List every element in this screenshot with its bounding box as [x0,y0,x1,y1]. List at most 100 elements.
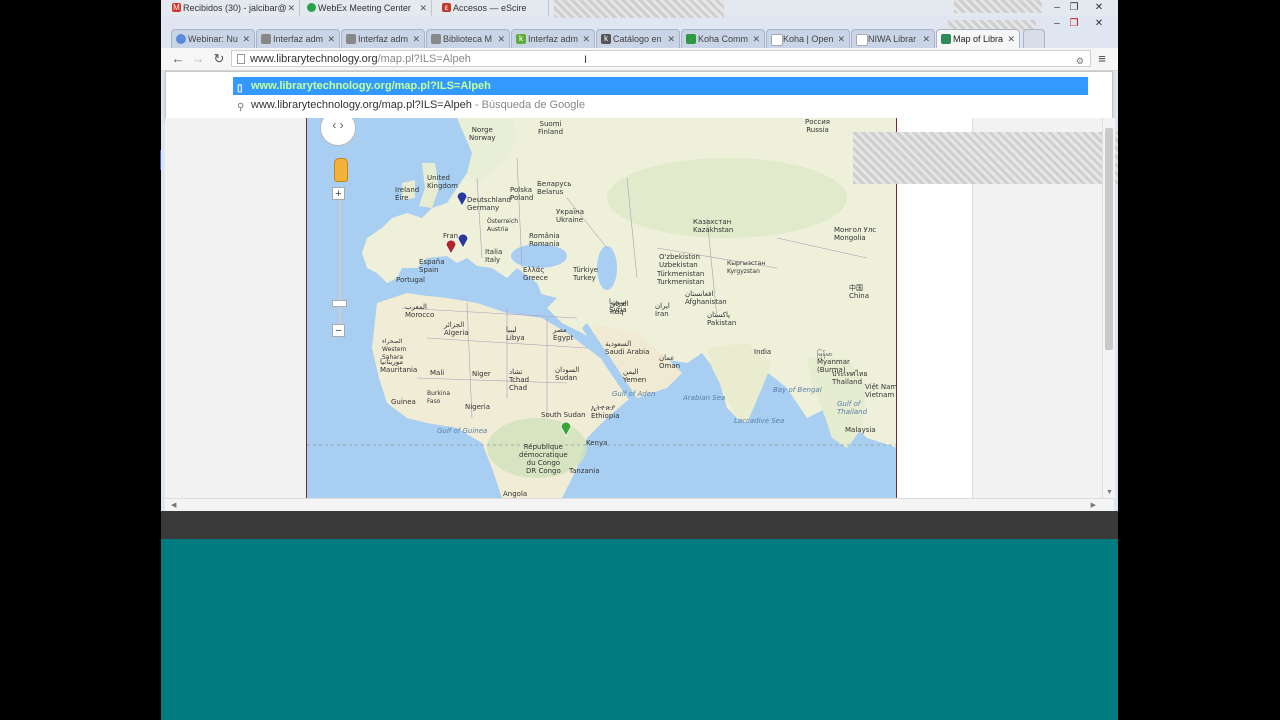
address-bar[interactable]: www.librarytechnology.org/map.pl?ILS=Alp… [231,50,1091,67]
scroll-left-icon[interactable]: ◀ [171,501,176,509]
close-icon[interactable]: ✕ [922,30,930,48]
close-window-icon[interactable]: ✕ [1090,0,1108,16]
close-icon[interactable]: ✕ [837,30,845,48]
page-icon [237,54,245,64]
tab-interfaz-3[interactable]: k Interfaz adm ✕ [511,29,595,48]
translate-icon[interactable]: ⚙ [1076,53,1084,70]
close-icon[interactable]: ✕ [752,30,760,48]
tab-label: Interfaz adm [528,34,579,44]
window-tab-escire[interactable]: ε Accesos — eScire [439,0,549,16]
suggestion-hint: - Búsqueda de Google [471,99,585,111]
page-icon [346,34,356,44]
map-label: مصر Egypt [553,326,574,342]
tab-strip: Webinar: Nu ✕ Interfaz adm ✕ Interfaz adm ✕… [161,28,1118,48]
url-host: www.librarytechnology.org [250,53,378,65]
tab-map-of-libraries[interactable]: Map of Libra ✕ [936,29,1020,48]
map-label: Portugal [396,276,425,284]
scroll-down-icon[interactable]: ▼ [1106,489,1113,496]
page-icon [771,34,783,46]
minimize-icon[interactable]: – [1048,0,1066,16]
map-label: Казахстан Kazakhstan [693,218,734,234]
reload-icon[interactable]: ↻ [210,50,228,68]
tab-koha-open[interactable]: Koha | Open ✕ [766,29,850,48]
map-label: Ireland Éire [395,186,420,202]
window-tab-webex[interactable]: WebEx Meeting Center ✕ [304,0,432,16]
koha-icon [686,34,696,44]
scrollbar-thumb[interactable] [1105,128,1113,350]
tab-catalogo[interactable]: k Catálogo en ✕ [596,29,680,48]
map-marker-icon[interactable] [457,233,469,249]
tab-interfaz-2[interactable]: Interfaz adm ✕ [341,29,425,48]
vertical-scrollbar[interactable]: ▼ [1102,118,1115,498]
map-label: Ελλάς Greece [523,266,548,282]
map-label: Italia Italy [485,248,503,264]
close-icon[interactable]: ✕ [667,30,675,48]
map-label: Deutschland Germany [467,196,511,212]
tab-interfaz-1[interactable]: Interfaz adm ✕ [256,29,340,48]
koha-icon: k [516,34,526,44]
close-icon[interactable]: ✕ [1007,30,1015,48]
window-tab-label: WebEx Meeting Center [318,3,411,13]
tab-label: Koha | Open [783,34,834,44]
map-label: السعودية Saudi Arabia [605,340,650,356]
tab-koha-comm[interactable]: Koha Comm ✕ [681,29,765,48]
map-label: United Kingdom [427,174,458,190]
globe-icon [176,34,186,44]
zoom-track[interactable] [339,198,341,328]
map-label: السودان Sudan [555,366,580,382]
tab-label: NIWA Librar [868,34,917,44]
map-label: Україна Ukraine [556,208,585,224]
map-label: تشاد Tchad Chad [509,368,530,392]
forward-icon[interactable]: → [189,50,207,68]
tab-webinar[interactable]: Webinar: Nu ✕ [171,29,255,48]
browser-window: M Recibidos (30) - jalcibar@ ✕ WebEx Mee… [161,0,1118,511]
url-path: /map.pl?ILS=Alpeh [377,53,471,65]
map-label: Kenya [586,439,608,447]
back-icon[interactable]: ← [169,50,187,68]
map-label: Mali [430,369,445,377]
map-label: العراق Iraq [610,300,629,316]
close-icon[interactable]: ✕ [412,30,420,48]
page-icon [261,34,271,44]
new-tab-button[interactable] [1023,29,1045,48]
map-label: España Spain [419,258,445,274]
map-label: اليمن Yemen [623,368,647,384]
map-marker-icon[interactable] [560,421,572,437]
toolbar: ← → ↻ www.librarytechnology.org/map.pl?I… [161,48,1118,71]
scroll-right-icon[interactable]: ▶ [1091,501,1096,509]
map[interactable]: Suomi Finland Norge Norway Россия Russia… [306,118,897,498]
window-tab-gmail[interactable]: M Recibidos (30) - jalcibar@ ✕ [169,0,300,16]
street-view-icon[interactable] [334,158,348,182]
close-icon[interactable]: ✕ [419,0,427,16]
suggestion-search[interactable]: ⚲ www.librarytechnology.org/map.pl?ILS=A… [233,96,1088,114]
close-icon[interactable]: ✕ [497,30,505,48]
map-label: Norge Norway [469,126,496,142]
screen: M Recibidos (30) - jalcibar@ ✕ WebEx Mee… [0,0,1280,720]
webex-icon [307,3,316,12]
page-icon [856,34,868,46]
close-icon[interactable]: ✕ [242,30,250,48]
zoom-slider-handle[interactable] [332,300,347,307]
horizontal-scrollbar[interactable]: ◀ ▶ [165,498,1114,511]
map-marker-icon[interactable] [456,191,468,207]
menu-icon[interactable]: ≡ [1093,50,1111,68]
tab-niwa[interactable]: NIWA Librar ✕ [851,29,935,48]
window-tab-label: Recibidos (30) - jalcibar@ [183,3,287,13]
redacted-area [554,0,724,18]
zoom-out-button[interactable]: − [332,324,345,337]
suggestion-url[interactable]: ▯ www.librarytechnology.org/map.pl?ILS=A… [233,77,1088,95]
tab-biblioteca[interactable]: Biblioteca M ✕ [426,29,510,48]
map-label: Suomi Finland [538,120,564,136]
window-tab-row: M Recibidos (30) - jalcibar@ ✕ WebEx Mee… [161,0,1118,18]
redacted-area [853,132,1118,184]
restore-icon[interactable]: ❐ [1065,0,1083,16]
close-icon[interactable]: ✕ [582,30,590,48]
map-icon [941,34,951,44]
tab-label: Catálogo en [613,34,662,44]
close-icon[interactable]: ✕ [287,0,295,16]
map-label: Burkina Faso [427,390,451,405]
zoom-in-button[interactable]: + [332,187,345,200]
map-marker-icon[interactable] [445,239,457,255]
koha-icon: k [601,34,611,44]
close-icon[interactable]: ✕ [327,30,335,48]
